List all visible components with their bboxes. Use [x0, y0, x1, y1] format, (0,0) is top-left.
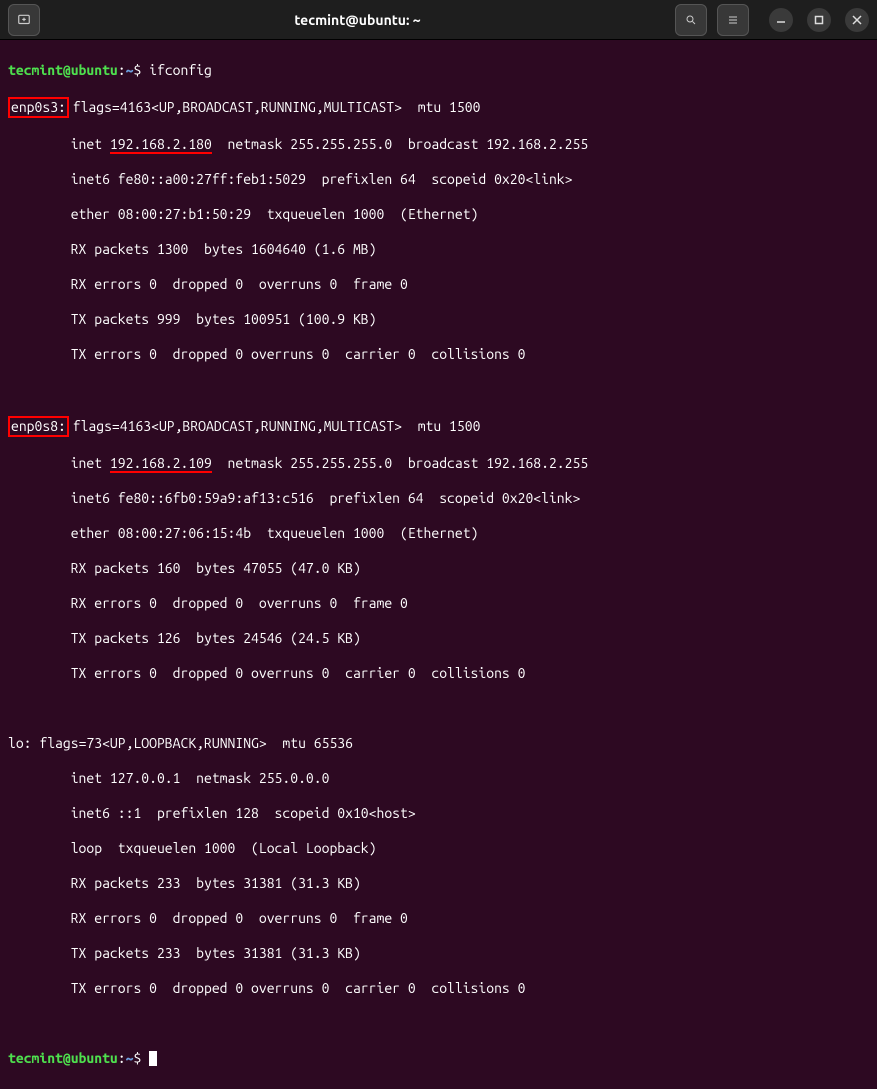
iface2-ether: loop txqueuelen 1000 (Local Loopback)	[8, 840, 869, 858]
iface0-ether: ether 08:00:27:b1:50:29 txqueuelen 1000 …	[8, 206, 869, 224]
iface0-inet-rest: netmask 255.255.255.0 broadcast 192.168.…	[212, 136, 588, 152]
iface1-txp: TX packets 126 bytes 24546 (24.5 KB)	[8, 630, 869, 648]
iface1-name-box: enp0s8:	[8, 416, 69, 438]
iface1-ether: ether 08:00:27:06:15:4b txqueuelen 1000 …	[8, 525, 869, 543]
iface2-inet: inet 127.0.0.1 netmask 255.0.0.0	[8, 770, 869, 788]
iface0-inet-prefix: inet	[8, 136, 110, 152]
iface2-header: lo: flags=73<UP,LOOPBACK,RUNNING> mtu 65…	[8, 735, 869, 753]
close-button[interactable]	[845, 8, 869, 32]
iface0-ip: 192.168.2.180	[110, 136, 212, 154]
titlebar: tecmint@ubuntu: ~	[0, 0, 877, 40]
prompt-user-2: tecmint@ubuntu	[8, 1050, 118, 1066]
iface2-flags: flags=73<UP,LOOPBACK,RUNNING> mtu 65536	[32, 735, 353, 751]
window-title: tecmint@ubuntu: ~	[40, 12, 675, 28]
iface0-header: enp0s3: flags=4163<UP,BROADCAST,RUNNING,…	[8, 97, 869, 119]
iface1-rxe: RX errors 0 dropped 0 overruns 0 frame 0	[8, 595, 869, 613]
iface2-name: lo:	[8, 735, 32, 751]
maximize-button[interactable]	[807, 8, 831, 32]
blank2	[8, 700, 869, 718]
cursor	[149, 1051, 157, 1066]
window-controls	[769, 8, 869, 32]
iface1-inet6: inet6 fe80::6fb0:59a9:af13:c516 prefixle…	[8, 490, 869, 508]
prompt-dollar-2: $	[133, 1050, 149, 1066]
minimize-icon	[776, 15, 786, 25]
iface1-txe: TX errors 0 dropped 0 overruns 0 carrier…	[8, 665, 869, 683]
iface0-txp: TX packets 999 bytes 100951 (100.9 KB)	[8, 311, 869, 329]
new-tab-button[interactable]	[8, 4, 40, 36]
iface0-inet: inet 192.168.2.180 netmask 255.255.255.0…	[8, 136, 869, 154]
titlebar-right	[675, 4, 869, 36]
blank3	[8, 1015, 869, 1033]
iface0-rxp: RX packets 1300 bytes 1604640 (1.6 MB)	[8, 241, 869, 259]
search-icon	[685, 14, 697, 26]
iface1-inet-rest: netmask 255.255.255.0 broadcast 192.168.…	[212, 455, 588, 471]
prompt-dollar: $	[133, 62, 149, 78]
iface1-header: enp0s8: flags=4163<UP,BROADCAST,RUNNING,…	[8, 416, 869, 438]
iface2-txp: TX packets 233 bytes 31381 (31.3 KB)	[8, 945, 869, 963]
prompt-line-2: tecmint@ubuntu:~$	[8, 1050, 869, 1068]
iface2-rxe: RX errors 0 dropped 0 overruns 0 frame 0	[8, 910, 869, 928]
iface0-flags: flags=4163<UP,BROADCAST,RUNNING,MULTICAS…	[65, 99, 481, 115]
titlebar-left	[8, 4, 40, 36]
iface2-inet6: inet6 ::1 prefixlen 128 scopeid 0x10<hos…	[8, 805, 869, 823]
close-icon	[852, 15, 862, 25]
prompt-path-2: ~	[126, 1050, 134, 1066]
minimize-button[interactable]	[769, 8, 793, 32]
iface0-txe: TX errors 0 dropped 0 overruns 0 carrier…	[8, 346, 869, 364]
iface0-name-box: enp0s3:	[8, 97, 69, 119]
terminal-output[interactable]: tecmint@ubuntu:~$ ifconfig enp0s3: flags…	[0, 40, 877, 1089]
command-text: ifconfig	[149, 62, 212, 78]
blank1	[8, 381, 869, 399]
iface1-inet: inet 192.168.2.109 netmask 255.255.255.0…	[8, 455, 869, 473]
iface1-flags: flags=4163<UP,BROADCAST,RUNNING,MULTICAS…	[65, 418, 481, 434]
prompt-colon-2: :	[118, 1050, 126, 1066]
iface0-inet6: inet6 fe80::a00:27ff:feb1:5029 prefixlen…	[8, 171, 869, 189]
iface0-name: enp0s3	[11, 99, 58, 115]
iface1-name: enp0s8	[11, 418, 58, 434]
new-tab-icon	[17, 13, 31, 27]
prompt-user: tecmint@ubuntu	[8, 62, 118, 78]
iface2-txe: TX errors 0 dropped 0 overruns 0 carrier…	[8, 980, 869, 998]
maximize-icon	[814, 15, 824, 25]
prompt-colon: :	[118, 62, 126, 78]
hamburger-icon	[727, 14, 739, 26]
prompt-line: tecmint@ubuntu:~$ ifconfig	[8, 62, 869, 80]
iface1-rxp: RX packets 160 bytes 47055 (47.0 KB)	[8, 560, 869, 578]
iface0-rxe: RX errors 0 dropped 0 overruns 0 frame 0	[8, 276, 869, 294]
iface2-rxp: RX packets 233 bytes 31381 (31.3 KB)	[8, 875, 869, 893]
search-button[interactable]	[675, 4, 707, 36]
iface1-ip: 192.168.2.109	[110, 455, 212, 473]
menu-button[interactable]	[717, 4, 749, 36]
iface1-inet-prefix: inet	[8, 455, 110, 471]
